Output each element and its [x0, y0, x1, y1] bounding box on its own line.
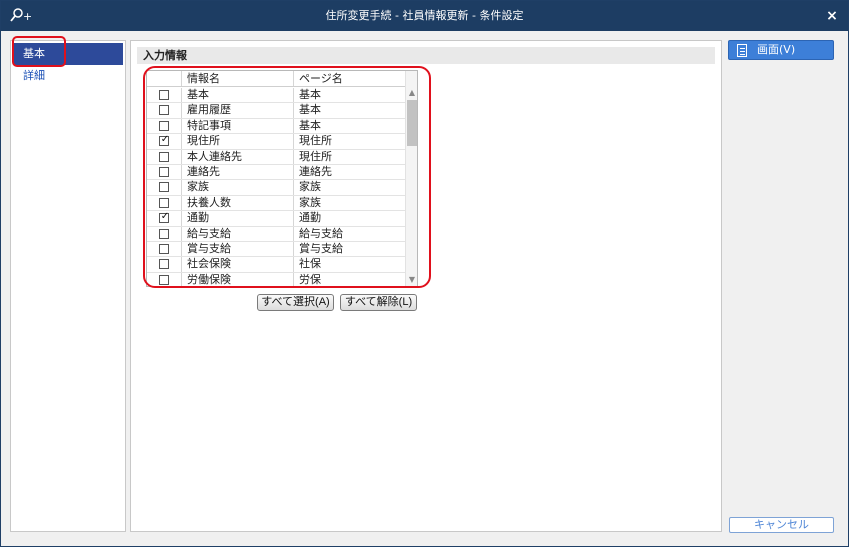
row-checkbox[interactable]: [159, 182, 169, 193]
row-checkbox[interactable]: [159, 243, 169, 254]
row-info-name: 現住所: [182, 134, 294, 149]
scroll-thumb[interactable]: [407, 100, 417, 146]
section-title: 入力情報: [137, 47, 715, 64]
row-info-name: 連絡先: [182, 164, 294, 180]
window-title: 住所変更手続 - 社員情報更新 - 条件設定: [325, 9, 524, 22]
row-page-name: 家族: [299, 180, 321, 194]
row-check-cell: [147, 88, 182, 103]
list-item[interactable]: 特記事項 基本: [147, 118, 405, 135]
row-info-name: 雇用履歴: [182, 103, 294, 118]
row-page-name: 連絡先: [299, 164, 332, 178]
list-item[interactable]: ✓ 通勤 通勤: [147, 211, 405, 227]
row-info-name: 社会保険: [182, 257, 294, 272]
row-checkbox[interactable]: [159, 151, 169, 162]
title-bar: + 住所変更手続 - 社員情報更新 - 条件設定 ×: [1, 1, 848, 31]
list-item[interactable]: 雇用履歴 基本: [147, 103, 405, 119]
scroll-up-icon[interactable]: ▲: [406, 87, 417, 99]
scroll-down-icon[interactable]: ▼: [406, 274, 417, 286]
row-page-name: 給与支給: [299, 226, 343, 240]
checkmark-icon: ✓: [160, 134, 170, 146]
row-info-name: 通勤: [182, 211, 294, 226]
header-check-column: [147, 71, 182, 86]
row-info-name: 賞与支給: [182, 241, 294, 257]
sidebar: 基本 詳細: [10, 40, 126, 532]
list-item[interactable]: 給与支給 給与支給: [147, 226, 405, 242]
row-page-name: 社保: [299, 257, 321, 271]
row-check-cell: ✓: [147, 134, 182, 149]
row-checkbox[interactable]: [159, 166, 169, 177]
row-checkbox[interactable]: [159, 90, 169, 100]
screen-button-label: 画面(V): [757, 43, 796, 56]
row-check-cell: [147, 118, 182, 134]
list-scrollbar[interactable]: ▲ ▼: [405, 71, 417, 286]
row-check-cell: [147, 103, 182, 118]
row-page-name: 基本: [299, 118, 321, 132]
row-check-cell: [147, 226, 182, 241]
row-page-name: 労保: [299, 272, 321, 286]
list-rows: 基本 基本 雇用履歴 基本 特記事項 基本 ✓ 現住所 現住所 本人連絡先 現住所 連絡先 連絡先 家族家…: [147, 88, 405, 286]
list-item[interactable]: 家族 家族: [147, 180, 405, 196]
header-info-name[interactable]: 情報名: [182, 71, 294, 86]
row-checkbox[interactable]: ✓: [159, 134, 170, 147]
row-checkbox[interactable]: [159, 120, 169, 131]
row-check-cell: [147, 272, 182, 286]
list-item[interactable]: 労働保険 労保: [147, 272, 405, 286]
select-all-button[interactable]: すべて選択(A): [257, 294, 334, 311]
list-item[interactable]: ✓ 現住所 現住所: [147, 134, 405, 150]
row-checkbox[interactable]: ✓: [159, 211, 170, 224]
row-check-cell: ✓: [147, 211, 182, 226]
screen-button[interactable]: 画面(V): [728, 40, 834, 60]
list-item[interactable]: 社会保険 社保: [147, 257, 405, 273]
row-check-cell: [147, 257, 182, 272]
row-check-cell: [147, 149, 182, 164]
row-checkbox[interactable]: [159, 228, 169, 239]
row-info-name: 特記事項: [182, 118, 294, 134]
row-check-cell: [147, 241, 182, 257]
sidebar-item-basic[interactable]: 基本: [13, 43, 123, 65]
list-item[interactable]: 本人連絡先 現住所: [147, 149, 405, 165]
row-page-name: 現住所: [299, 134, 332, 148]
list-header: 情報名 ページ名: [147, 71, 405, 87]
row-info-name: 給与支給: [182, 226, 294, 241]
deselect-all-button[interactable]: すべて解除(L): [340, 294, 417, 311]
row-page-name: 通勤: [299, 211, 321, 225]
row-info-name: 家族: [182, 180, 294, 195]
list-item[interactable]: 扶養人数 家族: [147, 195, 405, 212]
list-item[interactable]: 基本 基本: [147, 88, 405, 104]
row-info-name: 扶養人数: [182, 195, 294, 211]
row-check-cell: [147, 180, 182, 195]
main-panel: 入力情報 情報名 ページ名 基本 基本 雇用履歴 基本 特記事項 基本 ✓ 現住所 現住所 本人連…: [130, 40, 722, 532]
sidebar-item-detail[interactable]: 詳細: [13, 65, 123, 87]
close-button[interactable]: ×: [824, 8, 840, 24]
row-checkbox[interactable]: [159, 274, 169, 285]
list-item[interactable]: 連絡先 連絡先: [147, 164, 405, 181]
cancel-button[interactable]: キャンセル: [729, 517, 834, 533]
list-item[interactable]: 賞与支給 賞与支給: [147, 241, 405, 258]
row-check-cell: [147, 164, 182, 180]
row-checkbox[interactable]: [159, 197, 169, 208]
row-page-name: 基本: [299, 88, 321, 101]
row-info-name: 労働保険: [182, 272, 294, 286]
row-page-name: 賞与支給: [299, 241, 343, 255]
row-check-cell: [147, 195, 182, 211]
header-page-name[interactable]: ページ名: [294, 71, 405, 86]
row-info-name: 本人連絡先: [182, 149, 294, 164]
row-checkbox[interactable]: [159, 105, 169, 116]
checkmark-icon: ✓: [160, 211, 170, 223]
document-icon: [737, 44, 747, 57]
row-page-name: 現住所: [299, 149, 332, 163]
row-checkbox[interactable]: [159, 259, 169, 270]
row-info-name: 基本: [182, 88, 294, 103]
info-list: 情報名 ページ名 基本 基本 雇用履歴 基本 特記事項 基本 ✓ 現住所 現住所 本人連絡先 現住所…: [146, 70, 418, 287]
row-page-name: 基本: [299, 103, 321, 117]
row-page-name: 家族: [299, 195, 321, 209]
